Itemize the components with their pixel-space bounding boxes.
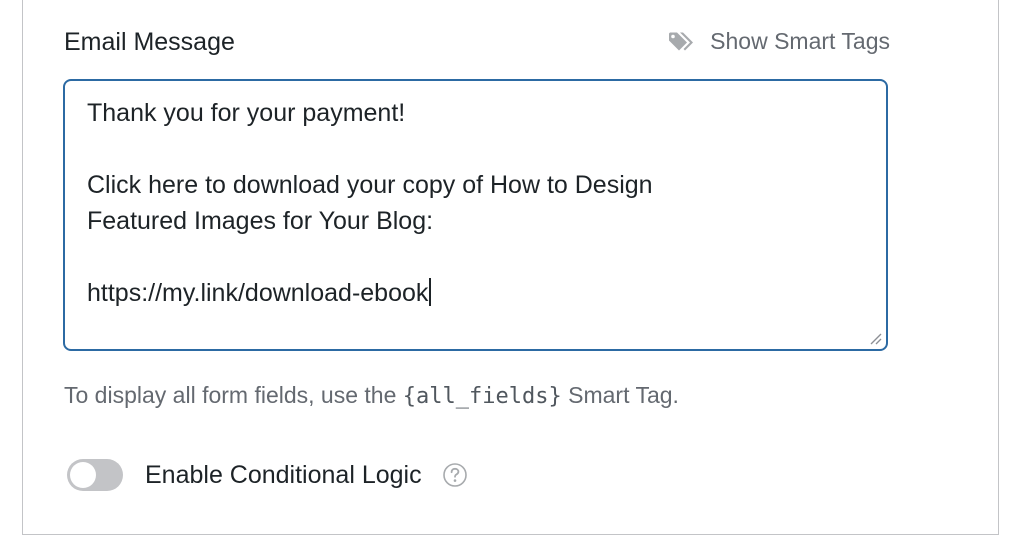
- message-line: [87, 239, 864, 275]
- help-text-suffix: Smart Tag.: [561, 382, 679, 408]
- conditional-logic-label[interactable]: Enable Conditional Logic: [145, 461, 422, 490]
- email-message-header: Email Message Show Smart Tags: [64, 26, 892, 60]
- download-link-text: https://my.link/download-ebook: [87, 279, 429, 307]
- all-fields-code: {all_fields}: [402, 384, 562, 409]
- smart-tag-help-text: To display all form fields, use the {all…: [64, 382, 679, 409]
- email-message-textarea[interactable]: Thank you for your payment! Click here t…: [63, 79, 888, 351]
- toggle-knob: [70, 462, 96, 488]
- message-line: Thank you for your payment!: [87, 99, 406, 127]
- email-message-label: Email Message: [64, 28, 235, 56]
- conditional-logic-toggle[interactable]: [67, 459, 123, 491]
- message-line: Click here to download your copy of How …: [87, 171, 653, 199]
- show-smart-tags-link[interactable]: Show Smart Tags: [668, 28, 890, 55]
- conditional-logic-row: Enable Conditional Logic: [67, 459, 468, 491]
- resize-handle-icon[interactable]: [868, 331, 882, 345]
- message-line-last: https://my.link/download-ebook: [87, 275, 864, 311]
- tag-icon: [668, 31, 698, 53]
- message-line: Featured Images for Your Blog:: [87, 207, 434, 235]
- question-circle-icon[interactable]: [442, 462, 468, 488]
- email-message-content[interactable]: Thank you for your payment! Click here t…: [87, 95, 864, 311]
- show-smart-tags-label: Show Smart Tags: [710, 28, 890, 54]
- text-caret: [429, 278, 431, 306]
- help-text-prefix: To display all form fields, use the: [64, 382, 403, 408]
- message-line: [87, 131, 864, 167]
